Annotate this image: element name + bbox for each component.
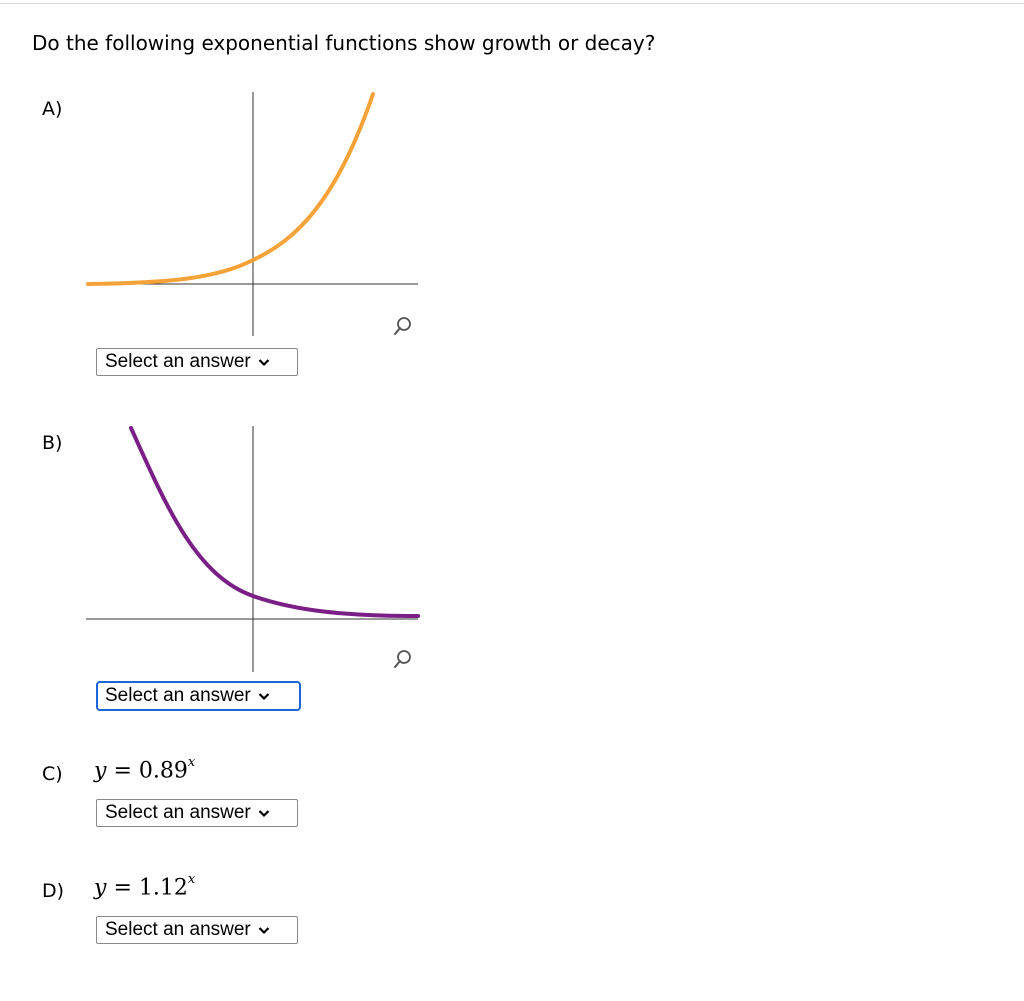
formula-d: y = 1.12x xyxy=(94,872,196,901)
magnify-icon[interactable] xyxy=(392,315,414,337)
chevron-down-icon xyxy=(258,809,270,818)
question-text: Do the following exponential functions s… xyxy=(32,31,656,55)
magnify-icon[interactable] xyxy=(392,648,414,670)
formula-c: y = 0.89x xyxy=(94,755,196,784)
select-value: Select an answer xyxy=(105,685,251,706)
part-d-label: D) xyxy=(42,880,65,902)
answer-select-d[interactable]: Select an answer xyxy=(96,916,298,944)
answer-select-c[interactable]: Select an answer xyxy=(96,799,298,827)
decay-curve xyxy=(129,426,420,618)
top-divider xyxy=(0,0,1024,4)
chevron-down-icon xyxy=(258,692,270,701)
part-b-label: B) xyxy=(42,432,63,454)
growth-curve xyxy=(86,92,375,286)
graph-a xyxy=(86,92,420,348)
chevron-down-icon xyxy=(258,358,270,367)
answer-select-b[interactable]: Select an answer xyxy=(96,681,301,711)
select-value: Select an answer xyxy=(105,351,251,372)
graph-b xyxy=(86,426,420,682)
select-value: Select an answer xyxy=(105,802,251,823)
answer-select-a[interactable]: Select an answer xyxy=(96,348,298,376)
select-value: Select an answer xyxy=(105,919,251,940)
chevron-down-icon xyxy=(258,926,270,935)
part-a-label: A) xyxy=(42,98,63,120)
part-c-label: C) xyxy=(42,763,63,785)
